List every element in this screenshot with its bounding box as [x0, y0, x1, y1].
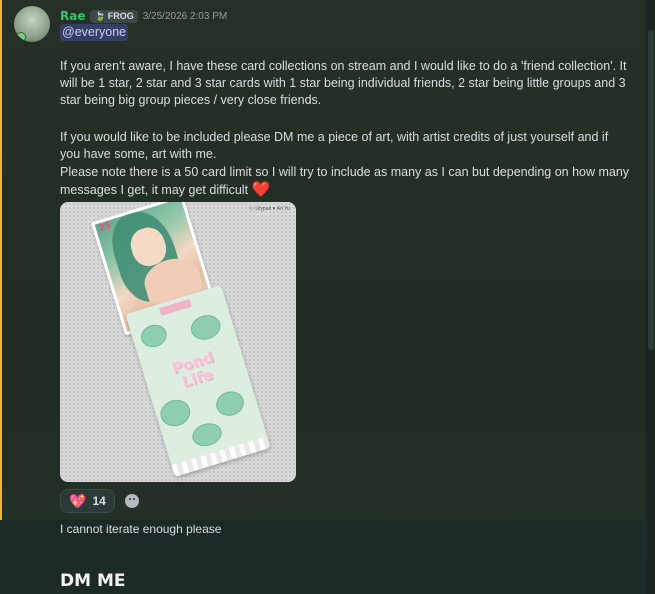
heart-icon: ❤️ [251, 181, 271, 198]
server-tag-label: FROG [107, 11, 134, 21]
avatar[interactable] [14, 6, 50, 42]
followup-message-1: I cannot iterate enough please [60, 522, 222, 536]
timestamp[interactable]: 3/25/2026 2:03 PM [143, 11, 228, 22]
followup-message-2: DM ME [60, 571, 126, 591]
lilypad-icon [138, 321, 170, 351]
message-paragraph-3: Please note there is a 50 card limit so … [60, 164, 630, 199]
scrollbar-thumb[interactable] [648, 30, 654, 350]
leaf-icon: 🍃 [94, 10, 106, 21]
scrollbar-track[interactable] [647, 0, 655, 594]
everyone-mention[interactable]: @everyone [60, 24, 129, 41]
server-tag[interactable]: 🍃 FROG [90, 9, 138, 23]
card-back-title: Pond Life [169, 347, 216, 392]
card-back-pond-life: Pond Life [125, 285, 271, 477]
lilypad-icon [189, 419, 225, 450]
sparkling-heart-icon: 💖 [69, 492, 87, 509]
lilypad-icon [187, 311, 224, 344]
message-paragraph-2: If you would like to be included please … [60, 130, 609, 161]
image-attachment[interactable]: ⓒ Lilypad ♥ Ari Yu 25 25 Pond Life [60, 202, 296, 482]
message-header: Rae 🍃 FROG 3/25/2026 2:03 PM [60, 8, 227, 24]
lilypad-icon [157, 396, 194, 430]
reaction-sparkling-heart[interactable]: 💖 14 [60, 489, 115, 513]
smiley-icon [124, 494, 139, 508]
attachment-watermark: ⓒ Lilypad ♥ Ari Yu [249, 206, 290, 212]
add-reaction-button[interactable] [120, 489, 144, 513]
username[interactable]: Rae [60, 9, 85, 23]
reactions-bar: 💖 14 [60, 489, 144, 513]
avatar-decoration-icon [16, 32, 26, 42]
message-paragraph-3-text: Please note there is a 50 card limit so … [60, 165, 630, 197]
lilypad-icon [213, 388, 247, 420]
message-paragraph-1: If you aren't aware, I have these card c… [60, 59, 627, 107]
reaction-count: 14 [92, 494, 106, 508]
